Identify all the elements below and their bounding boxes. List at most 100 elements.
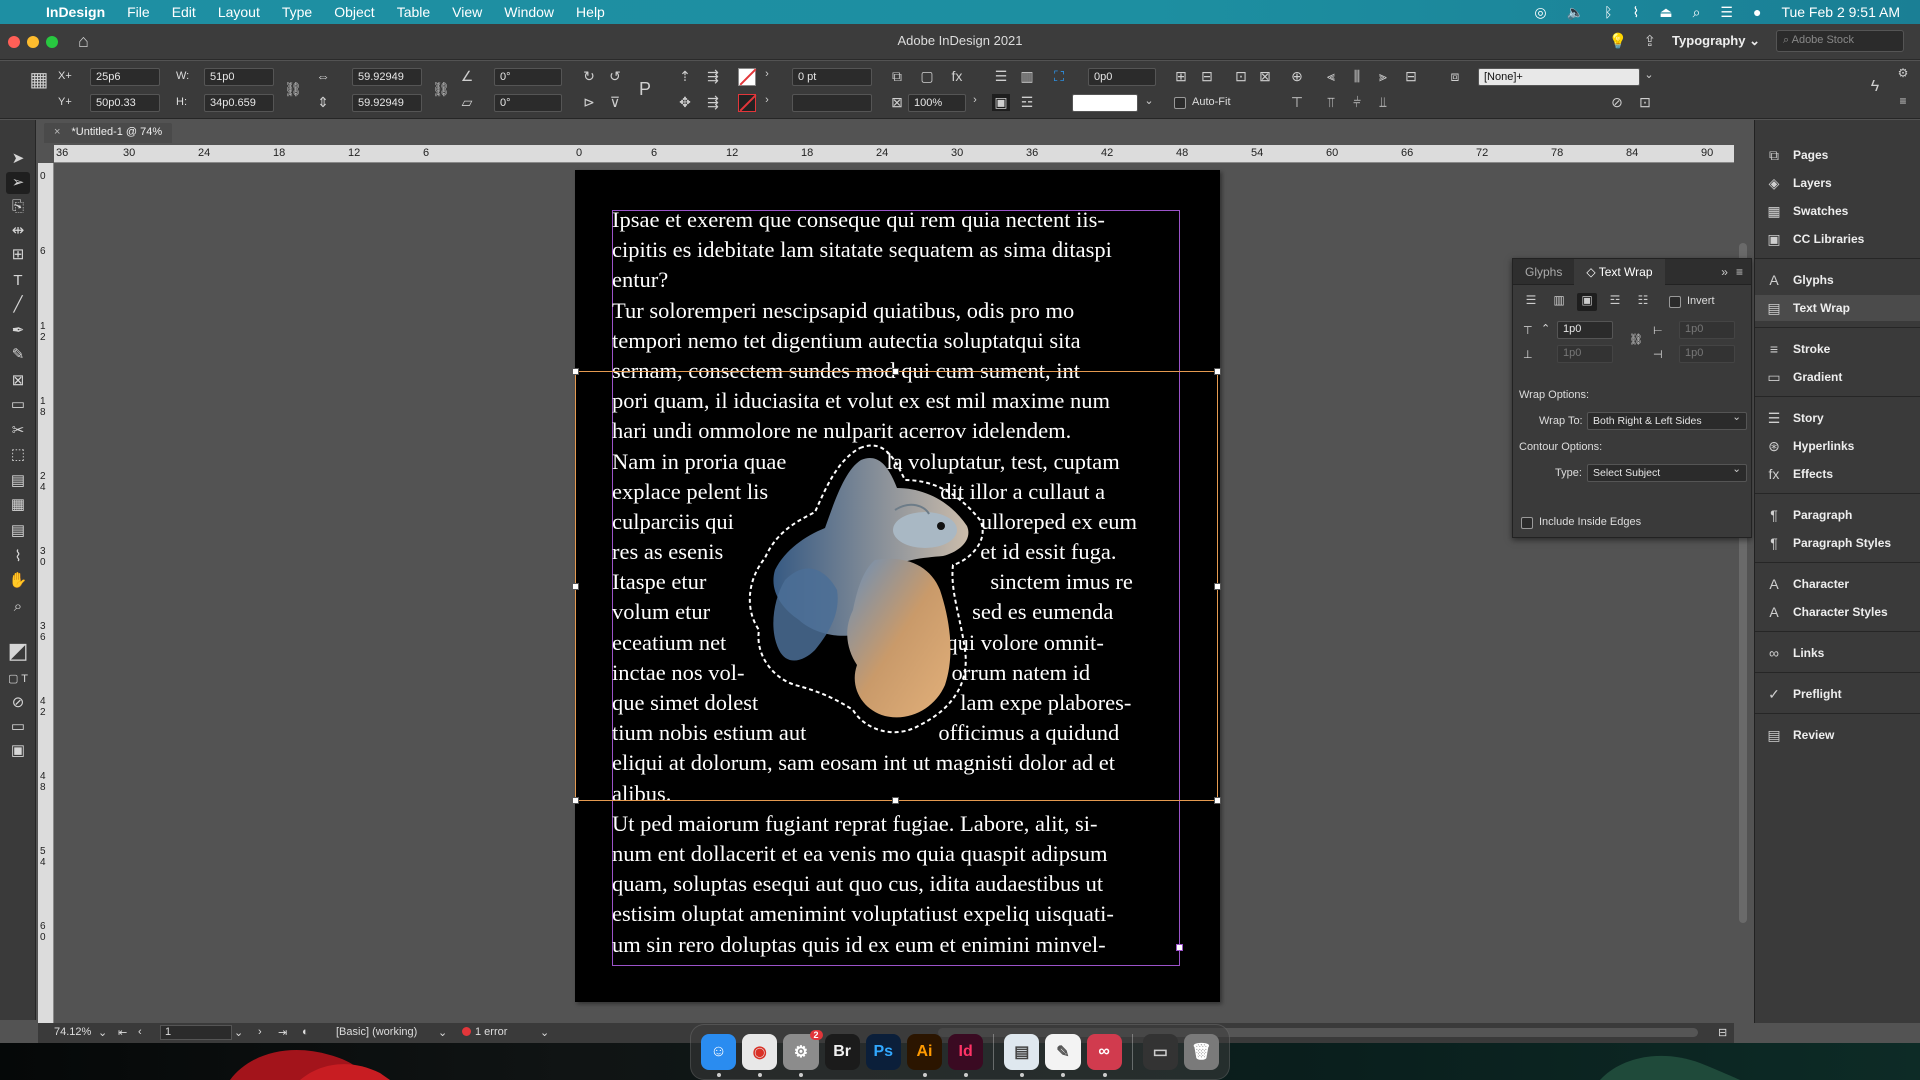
rotate-cw-icon[interactable]: ↻ [580,68,598,85]
share-icon[interactable]: ⇪ [1643,32,1656,50]
select-container-icon[interactable]: ⇡ [676,68,694,85]
wrap-contour-icon[interactable]: ⛶ [1050,68,1068,85]
no-wrap-icon[interactable]: ☰ [1521,293,1541,311]
dock-app-preview[interactable]: ▤ [1004,1034,1040,1077]
align-right-icon[interactable]: ⫸ [1374,68,1392,85]
object-style-dropdown-arrow-icon[interactable]: ⌄ [1640,68,1658,81]
panel-text-wrap[interactable]: ▤ Text Wrap [1755,295,1920,321]
align-left-icon[interactable]: ⫷ [1322,68,1340,85]
menu-layout[interactable]: Layout [207,4,271,20]
selection-handle[interactable] [892,368,899,375]
panel-pages[interactable]: ⧉ Pages [1755,142,1920,168]
last-page-icon[interactable]: ⇥ [278,1026,287,1039]
scissors-tool-icon[interactable]: ✂ [6,420,30,442]
tab-glyphs[interactable]: Glyphs [1513,259,1574,285]
panel-character-styles[interactable]: A Character Styles [1755,599,1920,625]
hand-tool-icon[interactable]: ✋ [6,570,30,592]
eject-icon[interactable]: ⏏ [1659,4,1672,21]
vertical-ruler[interactable]: 0 6 1 2 1 8 2 4 3 0 3 6 4 2 4 8 5 4 6 0 [38,163,54,1023]
menu-app-indesign[interactable]: InDesign [40,4,116,20]
opacity-field[interactable]: 100% [908,94,966,112]
corner-options-icon[interactable]: ▢ [918,68,936,85]
left-offset-field[interactable]: 1p0 [1679,321,1735,339]
rotate-ccw-icon[interactable]: ↺ [606,68,624,85]
panel-cc-libraries[interactable]: ▣ CC Libraries [1755,226,1920,252]
panel-stroke[interactable]: ≡ Stroke [1755,336,1920,362]
jump-object-icon[interactable]: ☲ [1605,293,1625,311]
split-layout-icon[interactable]: ⊟ [1718,1026,1727,1039]
dock-app-textedit[interactable]: ✎ [1045,1034,1081,1077]
x-position-field[interactable]: 25p6 [90,68,160,86]
align-vertical-centers-icon[interactable]: ⫩ [1348,94,1366,111]
preflight-errors[interactable]: 1 error [462,1026,507,1038]
dock-app-indesign[interactable]: Id [948,1034,984,1077]
width-field[interactable]: 51p0 [204,68,274,86]
fill-menu-arrow-icon[interactable]: › [758,68,776,80]
dock-app-chrome[interactable]: ◉ [742,1034,778,1077]
screen-mode-icon[interactable]: ▭ [6,716,30,738]
menubar-clock[interactable]: Tue Feb 2 9:51 AM [1781,4,1900,20]
apply-none-icon[interactable]: ⊘ [6,692,30,714]
dock-app-trash[interactable]: 🗑 [1183,1034,1220,1070]
auto-fit-checkbox[interactable] [1174,97,1186,109]
errors-dropdown-icon[interactable]: ⌄ [540,1026,549,1039]
free-transform-tool-icon[interactable]: ⬚ [6,444,30,466]
panel-story[interactable]: ☰ Story [1755,405,1920,431]
selection-handle[interactable] [892,797,899,804]
panel-layers[interactable]: ◈ Layers [1755,170,1920,196]
constrain-scale-icon[interactable]: ⛓ [432,81,450,98]
flip-vertical-icon[interactable]: ⊽ [606,94,624,111]
panel-glyphs[interactable]: A Glyphs [1755,267,1920,293]
gradient-swatch-tool-icon[interactable]: ▤ [6,470,30,492]
wrap-object-icon[interactable]: ▣ [992,94,1010,111]
align-to-icon[interactable]: ⊟ [1402,68,1420,85]
stroke-color-preview[interactable] [1072,94,1138,112]
fx-effects-icon[interactable]: fx [948,68,966,84]
fill-stroke-swatches-icon[interactable]: ◩ [6,640,30,662]
include-inside-edges-checkbox[interactable] [1521,517,1533,529]
panel-paragraph-styles[interactable]: ¶ Paragraph Styles [1755,530,1920,556]
control-settings-gear-icon[interactable]: ⚙ [1894,66,1912,80]
dock-app-terminal[interactable]: ▭ [1142,1034,1178,1070]
jump-next-column-icon[interactable]: ☷ [1633,293,1653,311]
scale-y-field[interactable]: 59.92949 [352,94,422,112]
dock-app-system-preferences[interactable]: ⚙ 2 [783,1030,823,1077]
invert-checkbox[interactable] [1669,296,1681,308]
rectangle-frame-tool-icon[interactable]: ⊠ [6,370,30,392]
type-tool-icon[interactable]: T [6,270,30,292]
contour-type-dropdown[interactable]: Select Subject [1587,463,1747,482]
spotlight-search-icon[interactable]: ⌕ [1693,4,1701,21]
reference-point-icon[interactable]: ▦ [26,67,52,93]
fill-proportional-icon[interactable]: ⊠ [1256,68,1274,85]
note-tool-icon[interactable]: ▤ [6,520,30,542]
page-number-field[interactable]: 1 [160,1025,232,1040]
select-previous-icon[interactable]: ⇶ [704,68,722,85]
wifi-off-icon[interactable]: ⌇ [1632,4,1639,21]
panel-character[interactable]: A Character [1755,571,1920,597]
wrap-offset-field[interactable]: 0p0 [1088,68,1156,86]
flip-horizontal-icon[interactable]: ⊳ [580,94,598,111]
selection-handle[interactable] [1214,368,1221,375]
rectangle-tool-icon[interactable]: ▭ [6,394,30,416]
wrap-bounding-box-icon[interactable]: ▥ [1018,68,1036,85]
siri-icon[interactable]: ● [1753,4,1761,20]
bottom-offset-field[interactable]: 1p0 [1557,345,1613,363]
panel-links[interactable]: ∞ Links [1755,640,1920,666]
select-next-icon[interactable]: ⇶ [704,94,722,111]
stroke-color-dropdown-icon[interactable]: ⌄ [1140,94,1158,107]
tab-text-wrap[interactable]: ◇ Text Wrap [1574,258,1665,285]
panel-swatches[interactable]: ▦ Swatches [1755,198,1920,224]
wrap-to-dropdown[interactable]: Both Right & Left Sides [1587,411,1747,430]
top-offset-field[interactable]: 1p0 [1557,321,1613,339]
center-content-icon[interactable]: ⊕ [1288,68,1306,85]
lightbulb-icon[interactable]: 💡 [1609,32,1628,50]
content-collector-icon[interactable]: ⊞ [6,244,30,266]
panel-menu-icon[interactable]: ≡ [1736,265,1751,279]
opacity-arrow-icon[interactable]: › [966,94,984,106]
menu-view[interactable]: View [441,4,493,20]
eyedropper-tool-icon[interactable]: ⌇ [6,546,30,568]
clear-overrides-icon[interactable]: ⊡ [1636,94,1654,111]
stroke-menu-arrow-icon[interactable]: › [758,94,776,106]
selection-handle[interactable] [572,797,579,804]
selection-handle[interactable] [572,368,579,375]
